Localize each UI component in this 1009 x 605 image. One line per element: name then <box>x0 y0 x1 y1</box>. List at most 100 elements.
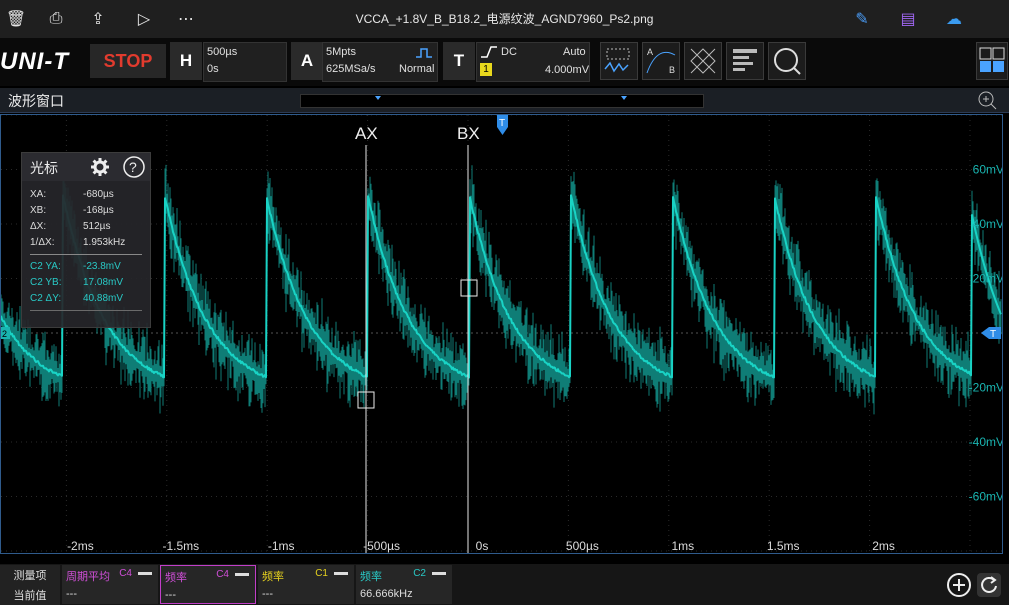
y-tick-label: 60mV <box>973 163 1002 177</box>
waveform-window-title: 波形窗口 <box>8 93 64 109</box>
memory-depth: 5Mpts <box>326 46 356 58</box>
measure-item-label: 测量项 <box>0 565 60 585</box>
gear-icon[interactable] <box>90 157 110 177</box>
layout-grid-icon <box>979 47 1005 72</box>
waveform-noise-band <box>1 158 1002 415</box>
x-tick-label: 2ms <box>872 539 895 553</box>
measurement-name: 周期平均 <box>66 571 110 583</box>
add-measurement-icon[interactable] <box>946 572 972 598</box>
trigger-level-marker[interactable]: T <box>981 327 1001 340</box>
more-icon[interactable]: ⋯ <box>170 0 202 38</box>
cloud-icon[interactable]: ☁ <box>938 0 970 38</box>
layout-button[interactable] <box>976 42 1008 80</box>
measurement-name: 频率 <box>165 572 187 584</box>
trigger-level: 4.000mV <box>545 64 590 76</box>
x-tick-label: -500µs <box>363 539 400 553</box>
measure-value-label: 当前值 <box>0 585 60 605</box>
search-button[interactable] <box>768 42 806 80</box>
measurement-value: --- <box>262 588 273 600</box>
viewer-title: VCCA_+1.8V_B_B18.2_电源纹波_AGND7960_Ps2.png <box>355 12 654 26</box>
cursor-panel-divider <box>30 310 142 311</box>
trigger-position-marker[interactable]: T <box>497 115 508 135</box>
ab-cursor-button[interactable]: AB <box>642 42 680 80</box>
x-tick-label: -1.5ms <box>162 539 199 553</box>
measurement-channel: C4 <box>216 569 229 580</box>
trigger-button[interactable]: T <box>443 42 475 80</box>
measurement-swatch <box>334 572 348 575</box>
measurement-swatch <box>235 573 249 576</box>
measurement-value: --- <box>165 589 176 601</box>
measurement-swatch <box>138 572 152 575</box>
refresh-icon[interactable] <box>976 572 1002 598</box>
timebase-value: 500µs <box>207 46 238 58</box>
edit-icon[interactable]: ✎ <box>846 0 878 38</box>
measurement-name: 频率 <box>360 571 382 583</box>
memory-overview-bar[interactable] <box>300 94 704 108</box>
x-tick-label: -1ms <box>268 539 295 553</box>
measurement-channel: C4 <box>119 568 132 579</box>
measurement-channel: C1 <box>315 568 328 579</box>
y-tick-label: -60mV <box>969 490 1002 504</box>
acquire-mode: Normal <box>399 63 435 75</box>
channel-2-offset-marker[interactable]: 2 <box>1 327 10 339</box>
trigger-coupling: DC <box>501 46 517 58</box>
horizontal-position: 0s <box>207 63 219 75</box>
measurement-slot[interactable]: 频率 C4 --- <box>160 565 256 604</box>
run-stop-button[interactable]: STOP <box>90 44 166 78</box>
cursor-a-label: AX <box>355 124 378 143</box>
cursor-panel-divider <box>30 254 142 255</box>
apps-icon[interactable]: ▤ <box>892 0 924 38</box>
sample-rate: 625MSa/s <box>326 63 376 75</box>
trigger-panel[interactable]: DC Auto 1 4.000mV <box>476 42 590 82</box>
y-tick-label: 20mV <box>973 272 1002 286</box>
ab-cursor-icon: AB <box>646 47 676 75</box>
measure-button[interactable] <box>726 42 764 80</box>
x-tick-label: 1ms <box>671 539 694 553</box>
trigger-source-badge: 1 <box>480 63 492 76</box>
cursor-tool-button[interactable] <box>600 42 638 80</box>
measurement-slot[interactable]: 周期平均 C4 --- <box>62 565 158 604</box>
trash-icon[interactable]: 🗑 <box>0 0 32 38</box>
x-tick-label: 1.5ms <box>767 539 800 553</box>
y-tick-label: -20mV <box>969 381 1002 395</box>
x-tick-label: -2ms <box>67 539 94 553</box>
measurement-slot[interactable]: 频率 C2 66.666kHz <box>356 565 452 604</box>
cursor-panel-header: 光标 ? <box>22 153 150 181</box>
acquire-mode-icon <box>416 48 432 58</box>
mask-button[interactable] <box>684 42 722 80</box>
measurement-value: 66.666kHz <box>360 588 413 600</box>
measurement-name: 频率 <box>262 571 284 583</box>
svg-text:T: T <box>499 118 505 129</box>
help-icon[interactable]: ? <box>123 156 145 178</box>
measurement-slot[interactable]: 频率 C1 --- <box>258 565 354 604</box>
viewer-titlebar: 🗑 ⎙ ⇪ ▷ ⋯ VCCA_+1.8V_B_B18.2_电源纹波_AGND79… <box>0 0 1009 38</box>
cursor-b-label: BX <box>457 124 480 143</box>
y-tick-label: -40mV <box>969 435 1002 449</box>
svg-text:A: A <box>647 47 653 57</box>
waveform-canvas: AX BX T T 2 -2ms -1.5ms -1ms -500µs 0s 500µs 1… <box>1 115 1002 553</box>
acquire-button[interactable]: A <box>291 42 323 80</box>
acquire-panel[interactable]: 5Mpts 625MSa/s Normal <box>322 42 438 82</box>
measurement-swatch <box>432 572 446 575</box>
slideshow-icon[interactable]: ▷ <box>128 0 160 38</box>
measurement-value: --- <box>66 588 77 600</box>
search-icon <box>774 48 801 75</box>
cursor-panel[interactable]: 光标 ? XA: -680µs XB: -168µs ΔX: 512µs 1/ΔX: 1… <box>21 152 151 328</box>
svg-text:B: B <box>669 65 675 75</box>
horizontal-panel[interactable]: 500µs 0s <box>203 42 287 82</box>
share-icon[interactable]: ⇪ <box>82 0 114 38</box>
svg-text:2: 2 <box>2 329 7 339</box>
print-icon[interactable]: ⎙ <box>40 0 72 38</box>
y-tick-label: 40mV <box>973 217 1002 231</box>
cursor-panel-title: 光标 <box>30 160 58 176</box>
horizontal-button[interactable]: H <box>170 42 202 80</box>
rising-edge-icon <box>481 46 497 58</box>
x-tick-label: 500µs <box>566 539 599 553</box>
trigger-sweep: Auto <box>563 46 586 58</box>
cursor-tool-icon <box>604 48 630 73</box>
measure-icon <box>733 49 757 71</box>
zoom-in-icon[interactable] <box>976 90 998 110</box>
x-tick-label: 0s <box>476 539 489 553</box>
svg-text:?: ? <box>129 159 137 175</box>
mask-icon <box>690 48 716 74</box>
